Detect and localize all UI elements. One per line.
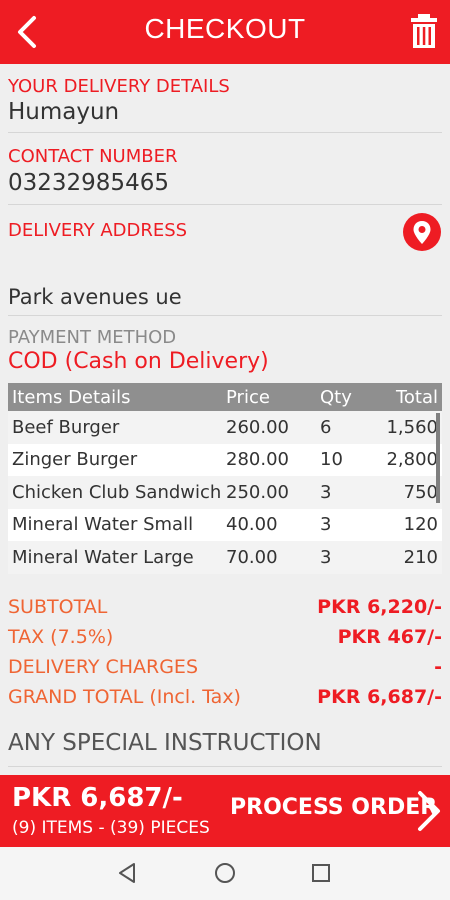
- nav-back-icon[interactable]: [115, 861, 139, 885]
- delivery-charges-value: -: [434, 656, 442, 678]
- payment-method-value[interactable]: COD (Cash on Delivery): [8, 349, 269, 374]
- delivery-details-label: YOUR DELIVERY DETAILS: [8, 76, 230, 97]
- item-name: Chicken Club Sandwich: [8, 476, 222, 509]
- footer-total: PKR 6,687/-: [12, 783, 183, 813]
- table-row[interactable]: Zinger Burger 280.00 10 2,800: [8, 443, 442, 476]
- delivery-address-field[interactable]: Park avenues ue: [8, 285, 182, 309]
- item-total: 2,800: [360, 443, 442, 476]
- item-name: Zinger Burger: [8, 443, 222, 476]
- delivery-address-label: DELIVERY ADDRESS: [8, 220, 188, 241]
- trash-icon[interactable]: [404, 10, 444, 54]
- table-scrollbar[interactable]: [436, 413, 440, 503]
- divider: [8, 315, 442, 316]
- item-total: 750: [360, 476, 442, 509]
- name-field[interactable]: Humayun: [8, 99, 119, 125]
- chevron-right-icon[interactable]: [414, 789, 444, 833]
- item-total: 1,560: [360, 411, 442, 444]
- subtotal-label: SUBTOTAL: [8, 596, 108, 618]
- item-price: 40.00: [222, 508, 302, 541]
- divider: [8, 766, 442, 767]
- item-total: 210: [360, 541, 442, 574]
- column-header-price: Price: [222, 383, 302, 411]
- table-row[interactable]: Beef Burger 260.00 6 1,560: [8, 411, 442, 444]
- items-table: Items Details Price Qty Total Beef Burge…: [8, 383, 442, 574]
- special-instruction-input[interactable]: ANY SPECIAL INSTRUCTION: [8, 730, 322, 756]
- contact-number-label: CONTACT NUMBER: [8, 146, 178, 167]
- divider: [8, 132, 442, 133]
- process-order-button[interactable]: PROCESS ORDER: [230, 795, 437, 820]
- payment-method-label: PAYMENT METHOD: [8, 327, 177, 348]
- item-qty: 3: [302, 476, 360, 509]
- item-price: 280.00: [222, 443, 302, 476]
- table-row[interactable]: Chicken Club Sandwich 250.00 3 750: [8, 476, 442, 509]
- tax-label: TAX (7.5%): [8, 626, 114, 648]
- subtotal-value: PKR 6,220/-: [317, 596, 442, 618]
- process-order-bar[interactable]: PKR 6,687/- (9) ITEMS - (39) PIECES PROC…: [0, 775, 450, 847]
- item-qty: 3: [302, 541, 360, 574]
- grand-total-value: PKR 6,687/-: [317, 686, 442, 708]
- item-price: 70.00: [222, 541, 302, 574]
- tax-value: PKR 467/-: [337, 626, 442, 648]
- column-header-total: Total: [360, 383, 442, 411]
- item-total: 120: [360, 508, 442, 541]
- column-header-qty: Qty: [302, 383, 360, 411]
- table-header-row: Items Details Price Qty Total: [8, 383, 442, 411]
- item-name: Mineral Water Small: [8, 508, 222, 541]
- grand-total-label: GRAND TOTAL (Incl. Tax): [8, 686, 241, 708]
- nav-recents-icon[interactable]: [309, 861, 333, 885]
- item-name: Beef Burger: [8, 411, 222, 444]
- delivery-charges-label: DELIVERY CHARGES: [8, 656, 198, 678]
- table-row[interactable]: Mineral Water Small 40.00 3 120: [8, 508, 442, 541]
- top-app-bar: CHECKOUT: [0, 0, 450, 64]
- item-qty: 3: [302, 508, 360, 541]
- item-qty: 6: [302, 411, 360, 444]
- footer-counts: (9) ITEMS - (39) PIECES: [12, 818, 210, 838]
- item-name: Mineral Water Large: [8, 541, 222, 574]
- page-title: CHECKOUT: [144, 13, 306, 44]
- column-header-items: Items Details: [8, 383, 222, 411]
- item-price: 260.00: [222, 411, 302, 444]
- location-pin-icon[interactable]: [403, 213, 441, 251]
- item-price: 250.00: [222, 476, 302, 509]
- nav-home-icon[interactable]: [213, 861, 237, 885]
- contact-number-field[interactable]: 03232985465: [8, 170, 169, 196]
- system-nav-bar: [0, 847, 450, 900]
- item-qty: 10: [302, 443, 360, 476]
- divider: [8, 204, 442, 205]
- table-row[interactable]: Mineral Water Large 70.00 3 210: [8, 541, 442, 574]
